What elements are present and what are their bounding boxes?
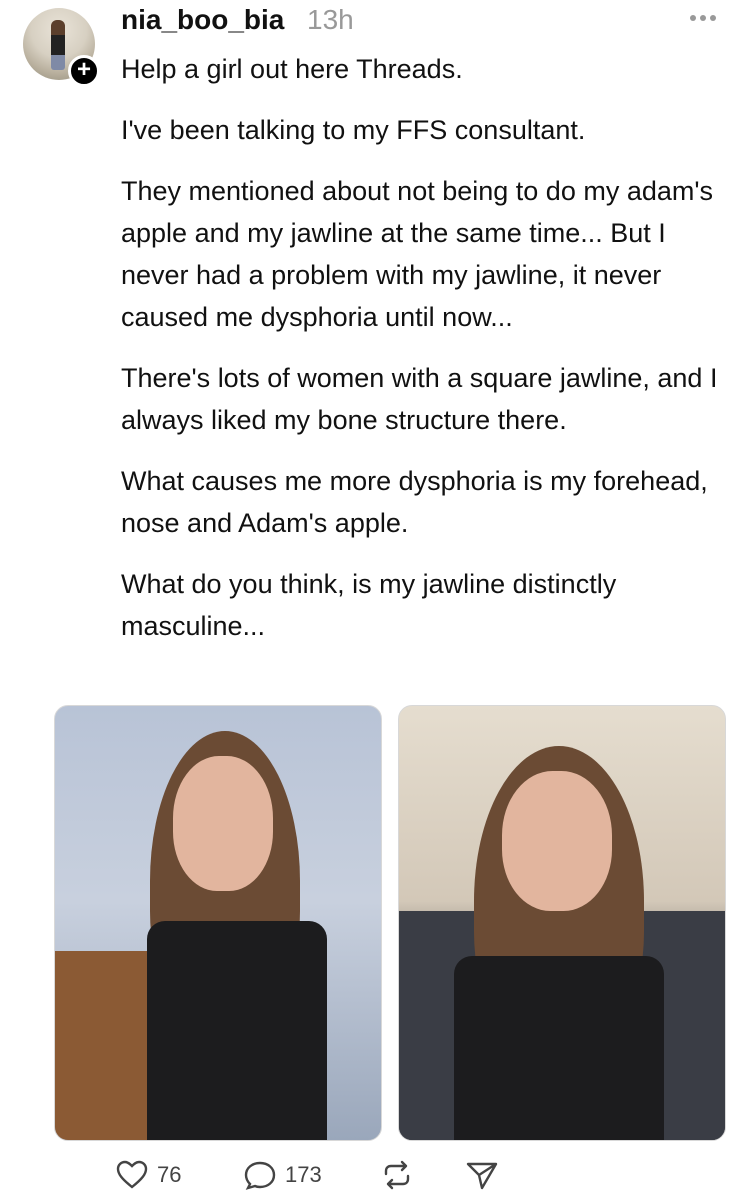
send-icon [466, 1162, 498, 1190]
author-username[interactable]: nia_boo_bia [121, 4, 284, 36]
photo-top [454, 956, 664, 1140]
post-paragraph: What causes me more dysphoria is my fore… [121, 466, 708, 538]
post-paragraph: There's lots of women with a square jawl… [121, 363, 718, 435]
post-paragraph: What do you think, is my jawline distinc… [121, 569, 617, 641]
post-photo-1[interactable] [54, 705, 382, 1141]
repost-icon [384, 1160, 410, 1190]
like-count: 76 [157, 1162, 182, 1187]
comment-count: 173 [285, 1162, 322, 1187]
post-paragraph: They mentioned about not being to do my … [121, 176, 714, 332]
follow-plus-icon[interactable]: + [68, 55, 100, 87]
photo-top [147, 921, 327, 1140]
photo-dresser [55, 951, 155, 1140]
post-actions: 76 173 [115, 1160, 635, 1190]
share-action[interactable] [465, 1160, 499, 1190]
post-photo-2[interactable] [398, 705, 726, 1141]
photo-face [173, 756, 273, 891]
post-timestamp: 13h [307, 4, 354, 35]
photo-face [502, 771, 612, 911]
more-options-icon[interactable] [690, 10, 720, 26]
like-action[interactable]: 76 [115, 1160, 181, 1190]
repost-action[interactable] [380, 1160, 414, 1190]
avatar-figure [51, 20, 65, 70]
post-paragraph: Help a girl out here Threads. [121, 54, 463, 84]
post-paragraph: I've been talking to my FFS consultant. [121, 115, 586, 145]
post-body: Help a girl out here Threads. I've been … [121, 48, 731, 666]
comment-action[interactable]: 173 [243, 1160, 322, 1190]
comment-icon [244, 1161, 276, 1190]
heart-icon [116, 1160, 148, 1189]
